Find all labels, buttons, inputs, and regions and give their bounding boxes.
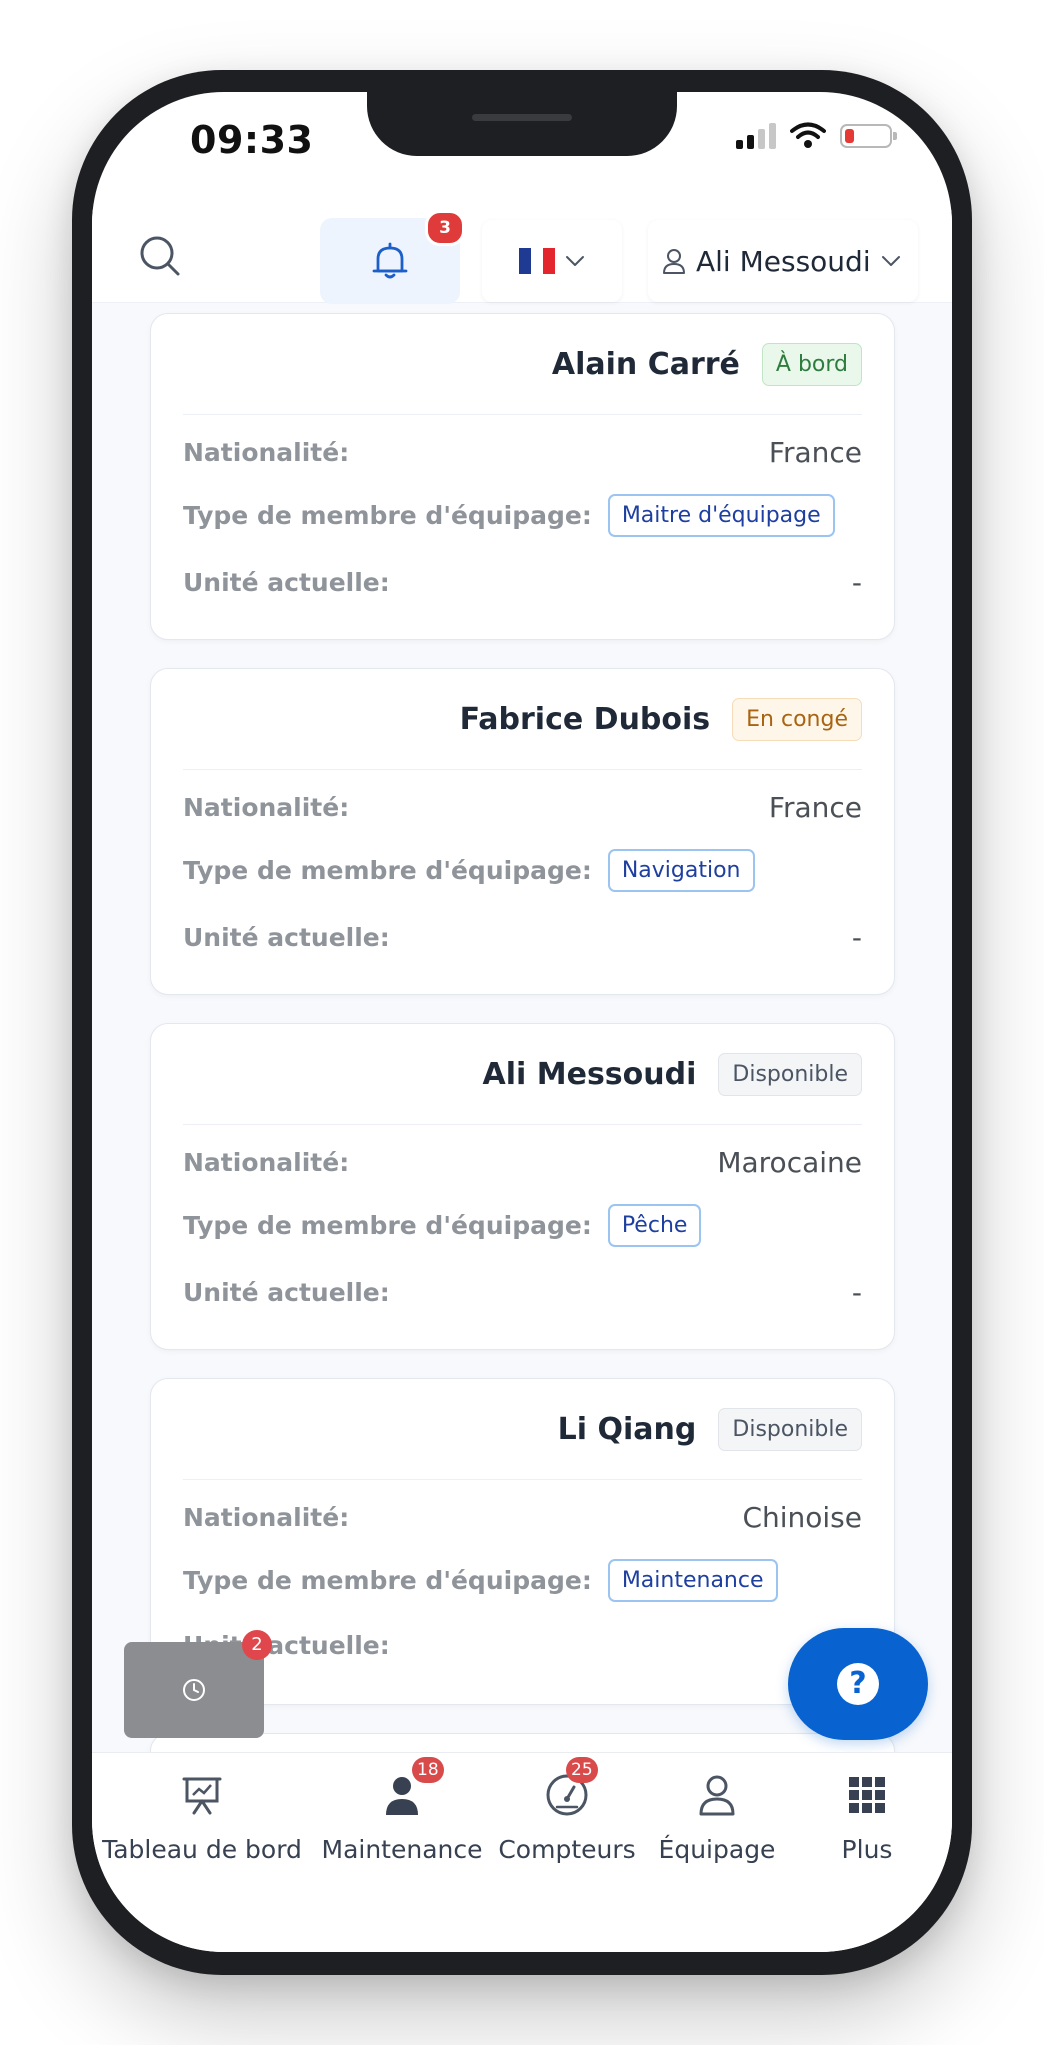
crew-name: Ali Messoudi — [482, 1056, 697, 1092]
crew-card[interactable]: Ali Messoudi Disponible Nationalité: Mar… — [150, 1023, 895, 1350]
bell-icon — [372, 242, 408, 279]
notch — [367, 92, 677, 156]
card-header: Fabrice Dubois En congé — [183, 669, 862, 770]
crew-type-badge: Maintenance — [607, 1559, 778, 1602]
crew-type-badge: Pêche — [607, 1204, 702, 1247]
notification-count-badge: 3 — [425, 210, 465, 246]
france-flag-icon — [519, 248, 555, 274]
signal-icon — [736, 123, 776, 149]
current-unit-row: Unité actuelle: - — [183, 1276, 862, 1309]
nationality-label: Nationalité: — [183, 438, 350, 467]
nationality-label: Nationalité: — [183, 1148, 350, 1177]
crew-card[interactable]: Fabrice Dubois En congé Nationalité: Fra… — [150, 668, 895, 995]
current-unit-label: Unité actuelle: — [183, 1278, 390, 1307]
nav-label: Tableau de bord — [102, 1835, 302, 1864]
card-header: Alain Carré À bord — [183, 314, 862, 415]
crew-name: Fabrice Dubois — [459, 701, 711, 737]
user-outline-icon — [699, 1775, 735, 1816]
current-unit-label: Unité actuelle: — [183, 568, 390, 597]
crew-name: Alain Carré — [551, 346, 740, 382]
user-name: Ali Messoudi — [696, 244, 871, 278]
crew-type-row: Type de membre d'équipage: Navigation — [183, 849, 862, 892]
nationality-value: Marocaine — [717, 1146, 862, 1179]
nationality-row: Nationalité: Marocaine — [183, 1146, 862, 1179]
card-header: Ali Messoudi Disponible — [183, 1024, 862, 1125]
user-menu-button[interactable]: Ali Messoudi — [648, 220, 918, 302]
status-badge: Disponible — [718, 1052, 862, 1096]
crew-list: Alain Carré À bord Nationalité: France T… — [92, 302, 952, 1752]
nav-item-dashboard[interactable]: Tableau de bord — [92, 1753, 312, 1893]
history-button[interactable] — [124, 1642, 264, 1738]
crew-type-row: Type de membre d'équipage: Maintenance — [183, 1559, 862, 1602]
wifi-icon — [790, 122, 826, 148]
nationality-label: Nationalité: — [183, 793, 350, 822]
card-header: Li Qiang Disponible — [183, 1379, 862, 1480]
top-header: 3 Ali Messoudi — [92, 210, 952, 304]
nav-item-counters[interactable]: 25 Compteurs — [492, 1753, 642, 1893]
crew-type-label: Type de membre d'équipage: — [183, 1566, 592, 1595]
presentation-board-icon — [182, 1777, 222, 1815]
chevron-down-icon — [566, 256, 584, 266]
nav-item-maintenance[interactable]: 18 Maintenance — [312, 1753, 492, 1893]
crew-type-row: Type de membre d'équipage: Pêche — [183, 1204, 862, 1247]
crew-type-badge: Maitre d'équipage — [607, 494, 835, 537]
crew-type-badge: Navigation — [607, 849, 755, 892]
user-icon — [663, 249, 685, 274]
current-unit-value: - — [851, 921, 862, 954]
nav-item-crew[interactable]: Équipage — [642, 1753, 792, 1893]
current-unit-value: - — [851, 566, 862, 599]
nationality-row: Nationalité: Chinoise — [183, 1501, 862, 1534]
nav-label: Équipage — [658, 1835, 776, 1864]
nav-label: Plus — [841, 1835, 893, 1864]
nationality-row: Nationalité: France — [183, 791, 862, 824]
status-icons — [736, 122, 897, 150]
current-unit-label: Unité actuelle: — [183, 923, 390, 952]
question-mark-icon: ? — [837, 1663, 879, 1705]
crew-card[interactable]: Alain Carré À bord Nationalité: France T… — [150, 313, 895, 640]
nav-badge: 18 — [412, 1757, 444, 1783]
status-badge: En congé — [732, 697, 862, 741]
history-count-badge: 2 — [242, 1630, 272, 1660]
status-badge: Disponible — [718, 1407, 862, 1451]
bottom-navigation: Tableau de bord 18 Maintenance 25 Compte… — [92, 1752, 952, 1952]
chevron-down-icon — [881, 256, 900, 266]
nationality-value: France — [768, 791, 862, 824]
crew-name: Li Qiang — [557, 1411, 697, 1447]
crew-type-label: Type de membre d'équipage: — [183, 1211, 592, 1240]
nationality-value: France — [768, 436, 862, 469]
phone-screen: 09:33 3 Ali Messoudi Alain Carré À bord … — [92, 92, 952, 1952]
crew-type-row: Type de membre d'équipage: Maitre d'équi… — [183, 494, 862, 537]
clock-icon — [183, 1679, 205, 1701]
nationality-row: Nationalité: France — [183, 436, 862, 469]
crew-card[interactable] — [150, 1733, 895, 1752]
battery-icon — [840, 124, 897, 148]
speaker — [472, 114, 572, 121]
search-icon[interactable] — [136, 232, 184, 280]
nationality-label: Nationalité: — [183, 1503, 350, 1532]
nav-item-more[interactable]: Plus — [792, 1753, 942, 1893]
status-badge: À bord — [761, 342, 862, 386]
help-button[interactable]: ? — [788, 1628, 928, 1740]
current-unit-value: - — [851, 1276, 862, 1309]
grid-icon — [849, 1777, 885, 1813]
crew-type-label: Type de membre d'équipage: — [183, 856, 592, 885]
nav-label: Maintenance — [321, 1835, 483, 1864]
nationality-value: Chinoise — [742, 1501, 862, 1534]
current-unit-row: Unité actuelle: - — [183, 921, 862, 954]
current-unit-row: Unité actuelle: — [183, 1631, 862, 1660]
status-time: 09:33 — [190, 118, 314, 162]
nav-badge: 25 — [566, 1757, 598, 1783]
current-unit-row: Unité actuelle: - — [183, 566, 862, 599]
crew-type-label: Type de membre d'équipage: — [183, 501, 592, 530]
language-selector[interactable] — [482, 220, 622, 302]
nav-label: Compteurs — [498, 1835, 636, 1864]
